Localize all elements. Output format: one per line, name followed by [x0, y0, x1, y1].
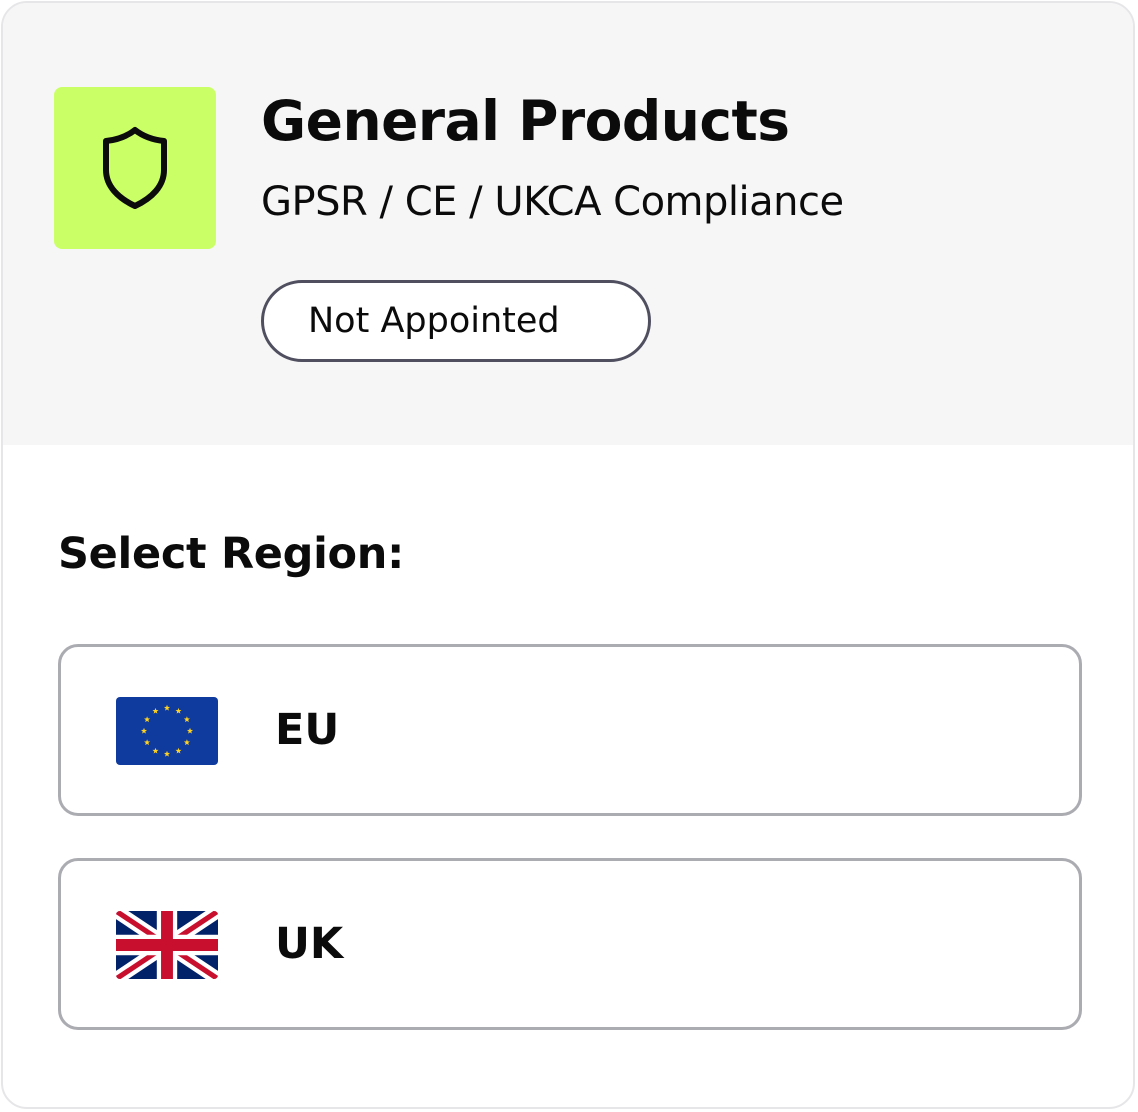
card-header: General Products GPSR / CE / UKCA Compli…: [3, 3, 1133, 445]
product-icon-tile: [54, 87, 216, 249]
product-title: General Products: [261, 89, 790, 153]
region-label-uk: UK: [275, 919, 344, 969]
status-badge: Not Appointed: [261, 280, 651, 362]
shield-icon: [103, 127, 167, 209]
compliance-card: General Products GPSR / CE / UKCA Compli…: [1, 1, 1135, 1109]
product-subtitle: GPSR / CE / UKCA Compliance: [261, 179, 844, 225]
region-option-uk[interactable]: UK: [58, 858, 1082, 1030]
uk-flag-icon: [116, 911, 218, 979]
region-option-eu[interactable]: EU: [58, 644, 1082, 816]
region-section-label: Select Region:: [58, 529, 404, 579]
eu-flag-icon: [116, 697, 218, 765]
region-label-eu: EU: [275, 705, 340, 755]
